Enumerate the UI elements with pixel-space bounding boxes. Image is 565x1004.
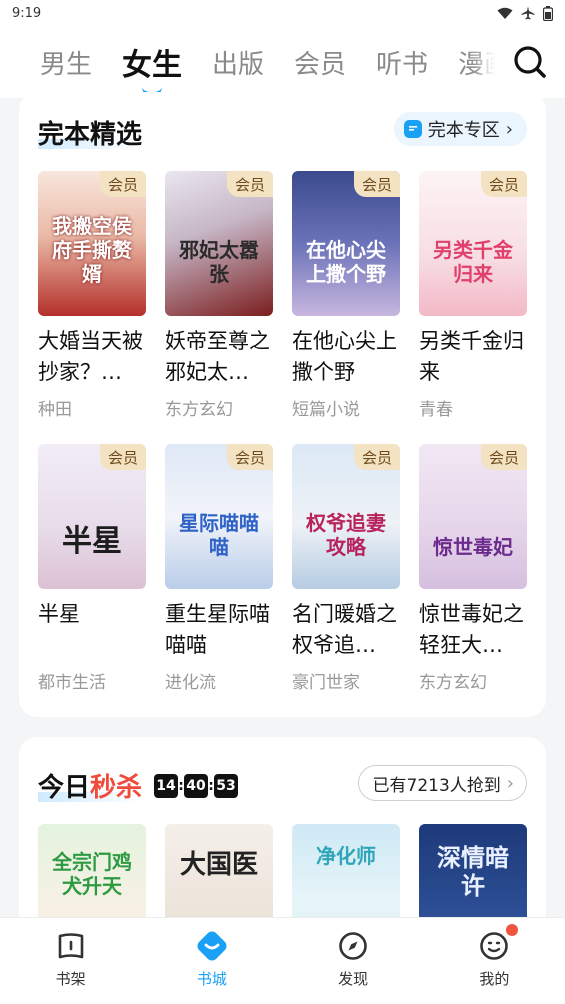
complete-zone-link[interactable]: 完本专区 › (393, 112, 527, 146)
book-tag: 青春 (419, 400, 453, 420)
status-time: 9:19 (12, 5, 42, 21)
book-cover[interactable]: 在他心尖上撒个野 会员 (292, 171, 400, 316)
book-cover[interactable]: 我搬空侯府手撕赘婿 会员 (38, 171, 146, 316)
book-tag: 都市生活 (38, 673, 106, 693)
vip-badge: 会员 (227, 444, 273, 470)
cover-title: 另类千金归来 (433, 238, 513, 286)
bookshelf-icon (58, 933, 83, 959)
vip-badge: 会员 (354, 171, 400, 197)
vip-badge: 会员 (354, 444, 400, 470)
book-item[interactable]: 半星 会员 半星 都市生活 (38, 444, 146, 693)
countdown-minutes: 40 (184, 773, 209, 798)
book-cover[interactable]: 星际喵喵喵 会员 (165, 444, 273, 589)
book-item[interactable]: 惊世毒妃 会员 惊世毒妃之轻狂大… 东方玄幻 (419, 444, 527, 693)
zone-link-label: 完本专区 (427, 120, 500, 141)
countdown-hours: 14 (154, 773, 179, 798)
compass-icon (339, 932, 367, 960)
book-cover[interactable]: 半星 会员 (38, 444, 146, 589)
tab-male[interactable]: 男生 (40, 44, 92, 81)
book-zone-icon (403, 120, 422, 138)
status-bar: 9:19 (0, 0, 565, 26)
complete-books-card: 完本精选 完本专区 › 我搬空侯府手撕赘婿 会员 大婚当天被抄家？… 种田 邪妃… (19, 92, 546, 717)
wifi-icon (497, 7, 513, 19)
book-item[interactable]: 权爷追妻攻略 会员 名门暖婚之权爷追… 豪门世家 (292, 444, 400, 693)
flash-title-part2: 秒杀 (90, 773, 143, 803)
nav-profile[interactable]: 我的 (424, 918, 565, 1004)
tab-publish[interactable]: 出版 (212, 44, 264, 81)
book-tag: 短篇小说 (292, 400, 360, 420)
cover-title: 全宗门鸡犬升天 (52, 850, 132, 898)
book-item[interactable]: 在他心尖上撒个野 会员 在他心尖上撒个野 短篇小说 (292, 171, 400, 420)
vip-badge: 会员 (481, 171, 527, 197)
book-title[interactable]: 大婚当天被抄家？… (38, 326, 146, 388)
vip-badge: 会员 (481, 444, 527, 470)
tab-vip[interactable]: 会员 (294, 44, 346, 81)
book-tag: 进化流 (165, 673, 216, 693)
nav-discover[interactable]: 发现 (283, 918, 424, 1004)
book-item[interactable]: 另类千金归来 会员 另类千金归来 青春 (419, 171, 527, 420)
book-cover[interactable]: 权爷追妻攻略 会员 (292, 444, 400, 589)
notification-dot (505, 924, 518, 936)
vip-badge: 会员 (227, 171, 273, 197)
nav-label: 我的 (479, 970, 510, 988)
bottom-nav: 书架 书城 发现 我的 (0, 917, 565, 1004)
tab-audiobook[interactable]: 听书 (376, 44, 428, 81)
chevron-right-icon: › (506, 772, 514, 794)
book-tag: 豪门世家 (292, 673, 360, 693)
nav-label: 书城 (196, 970, 227, 988)
vip-badge: 会员 (100, 171, 146, 197)
book-item[interactable]: 星际喵喵喵 会员 重生星际喵喵喵 进化流 (165, 444, 273, 693)
bookstore-icon (197, 931, 227, 961)
nav-label: 发现 (338, 970, 369, 988)
flash-sale-header: 今日秒杀 14 : 40 : 53 (38, 767, 239, 804)
flash-sale-title: 今日秒杀 (38, 767, 143, 804)
cover-title: 半星 (62, 524, 122, 559)
book-title[interactable]: 妖帝至尊之邪妃太… (165, 326, 273, 388)
flash-title-part1: 今日 (38, 773, 91, 803)
vip-badge: 会员 (100, 444, 146, 470)
book-cover[interactable]: 惊世毒妃 会员 (419, 444, 527, 589)
complete-books-header: 完本精选 (38, 114, 143, 151)
smiley-face-icon (480, 932, 509, 960)
cover-title: 权爷追妻攻略 (306, 511, 386, 559)
section-title: 完本精选 (38, 114, 143, 151)
cover-title: 星际喵喵喵 (179, 511, 259, 559)
countdown-seconds: 53 (214, 773, 239, 798)
book-tag: 东方玄幻 (165, 400, 233, 420)
book-cover[interactable]: 邪妃太嚣张 会员 (165, 171, 273, 316)
nav-bookshelf[interactable]: 书架 (0, 918, 141, 1004)
cover-title: 大国医 (179, 850, 258, 880)
cover-title: 在他心尖上撒个野 (306, 238, 386, 286)
book-item[interactable]: 邪妃太嚣张 会员 妖帝至尊之邪妃太… 东方玄幻 (165, 171, 273, 420)
book-cover[interactable]: 另类千金归来 会员 (419, 171, 527, 316)
cover-title: 惊世毒妃 (433, 535, 513, 559)
book-title[interactable]: 半星 (38, 599, 146, 661)
nav-label: 书架 (55, 970, 86, 988)
cover-title: 邪妃太嚣张 (179, 238, 259, 286)
top-tab-bar: 男生 女生 出版 会员 听书 漫画 (0, 26, 565, 98)
book-title[interactable]: 重生星际喵喵喵 (165, 599, 273, 661)
grabbed-count-button[interactable]: 已有7213人抢到 › (357, 765, 527, 801)
book-tag: 种田 (38, 400, 72, 420)
battery-icon (543, 5, 553, 21)
cover-title: 净化师 (316, 844, 376, 868)
cover-title: 我搬空侯府手撕赘婿 (52, 214, 132, 286)
airplane-icon (521, 6, 535, 20)
book-title[interactable]: 惊世毒妃之轻狂大… (419, 599, 527, 661)
countdown-timer: 14 : 40 : 53 (154, 773, 239, 798)
search-icon (514, 46, 546, 78)
book-grid: 我搬空侯府手撕赘婿 会员 大婚当天被抄家？… 种田 邪妃太嚣张 会员 妖帝至尊之… (38, 171, 528, 693)
status-icons (497, 5, 553, 21)
nav-bookstore[interactable]: 书城 (141, 918, 282, 1004)
tab-female[interactable]: 女生 (122, 40, 182, 96)
search-button[interactable] (495, 26, 565, 98)
cover-title: 深情暗许 (437, 843, 509, 900)
book-tag: 东方玄幻 (419, 673, 487, 693)
book-title[interactable]: 名门暖婚之权爷追… (292, 599, 400, 661)
book-item[interactable]: 我搬空侯府手撕赘婿 会员 大婚当天被抄家？… 种田 (38, 171, 146, 420)
chevron-right-icon: › (505, 118, 513, 140)
book-title[interactable]: 另类千金归来 (419, 326, 527, 388)
grabbed-count-label: 已有7213人抢到 (372, 775, 501, 796)
book-title[interactable]: 在他心尖上撒个野 (292, 326, 400, 388)
